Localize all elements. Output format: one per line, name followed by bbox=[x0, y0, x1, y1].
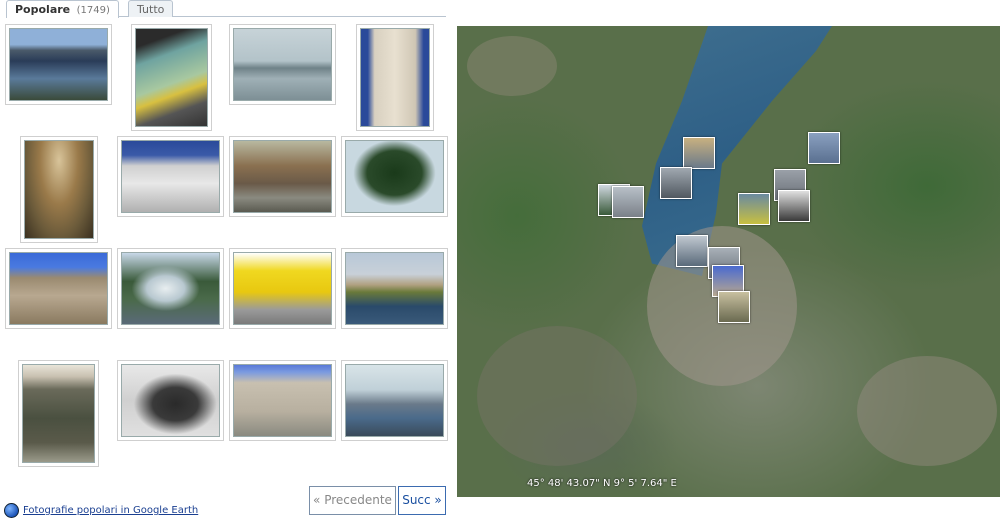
map-coordinates: 45° 48' 43.07" N 9° 5' 7.64" E bbox=[527, 478, 677, 489]
map-photo-marker[interactable] bbox=[738, 193, 770, 225]
urban-area bbox=[467, 36, 557, 96]
photo-image bbox=[233, 28, 332, 101]
tab-all[interactable]: Tutto bbox=[128, 0, 174, 17]
google-earth-icon bbox=[4, 503, 19, 518]
photo-browser: Popolare (1749) Tutto « Precedente Succ … bbox=[0, 0, 1000, 518]
photo-image bbox=[22, 364, 95, 463]
photo-thumbnail[interactable] bbox=[341, 360, 448, 441]
previous-page-button[interactable]: « Precedente bbox=[309, 486, 396, 515]
satellite-map[interactable]: 45° 48' 43.07" N 9° 5' 7.64" E bbox=[457, 26, 1000, 497]
photo-thumbnail[interactable] bbox=[341, 136, 448, 217]
photo-image bbox=[9, 252, 108, 325]
photo-thumbnail[interactable] bbox=[117, 360, 224, 441]
google-earth-link-text: Fotografie popolari in Google Earth bbox=[23, 505, 199, 516]
photo-image bbox=[233, 364, 332, 437]
photo-thumbnail[interactable] bbox=[18, 360, 99, 467]
photo-image bbox=[24, 140, 94, 239]
photo-image bbox=[345, 252, 444, 325]
map-photo-marker[interactable] bbox=[808, 132, 840, 164]
photo-thumbnail[interactable] bbox=[5, 248, 112, 329]
photo-image bbox=[121, 364, 220, 437]
photo-thumbnail[interactable] bbox=[117, 248, 224, 329]
map-photo-marker[interactable] bbox=[676, 235, 708, 267]
photo-thumbnail[interactable] bbox=[341, 248, 448, 329]
photo-thumbnail[interactable] bbox=[20, 136, 98, 243]
tab-all-label: Tutto bbox=[137, 3, 165, 16]
photo-image bbox=[121, 252, 220, 325]
urban-area bbox=[857, 356, 997, 466]
urban-area bbox=[477, 326, 637, 466]
photo-thumbnail[interactable] bbox=[117, 136, 224, 217]
map-photo-marker[interactable] bbox=[778, 190, 810, 222]
photo-thumbnail[interactable] bbox=[229, 360, 336, 441]
tab-bar: Popolare (1749) Tutto bbox=[6, 0, 446, 18]
map-photo-marker[interactable] bbox=[612, 186, 644, 218]
photo-image bbox=[135, 28, 208, 127]
photo-image bbox=[360, 28, 430, 127]
map-photo-marker[interactable] bbox=[660, 167, 692, 199]
photo-thumbnail[interactable] bbox=[229, 248, 336, 329]
google-earth-link[interactable]: Fotografie popolari in Google Earth bbox=[4, 503, 198, 518]
photo-thumbnail[interactable] bbox=[5, 24, 112, 105]
photo-image bbox=[121, 140, 220, 213]
photo-thumbnail[interactable] bbox=[229, 136, 336, 217]
tab-popular-count: (1749) bbox=[76, 5, 110, 16]
photo-image bbox=[233, 252, 332, 325]
photo-image bbox=[9, 28, 108, 101]
tab-popular-label: Popolare bbox=[15, 3, 71, 16]
map-photo-marker[interactable] bbox=[718, 291, 750, 323]
tab-popular[interactable]: Popolare (1749) bbox=[6, 0, 119, 18]
photo-thumbnail[interactable] bbox=[131, 24, 212, 131]
photo-image bbox=[345, 140, 444, 213]
photo-thumbnail[interactable] bbox=[356, 24, 434, 131]
photo-image bbox=[345, 364, 444, 437]
photo-thumbnail[interactable] bbox=[229, 24, 336, 105]
next-page-button[interactable]: Succ » bbox=[398, 486, 446, 515]
photo-image bbox=[233, 140, 332, 213]
map-photo-marker[interactable] bbox=[683, 137, 715, 169]
